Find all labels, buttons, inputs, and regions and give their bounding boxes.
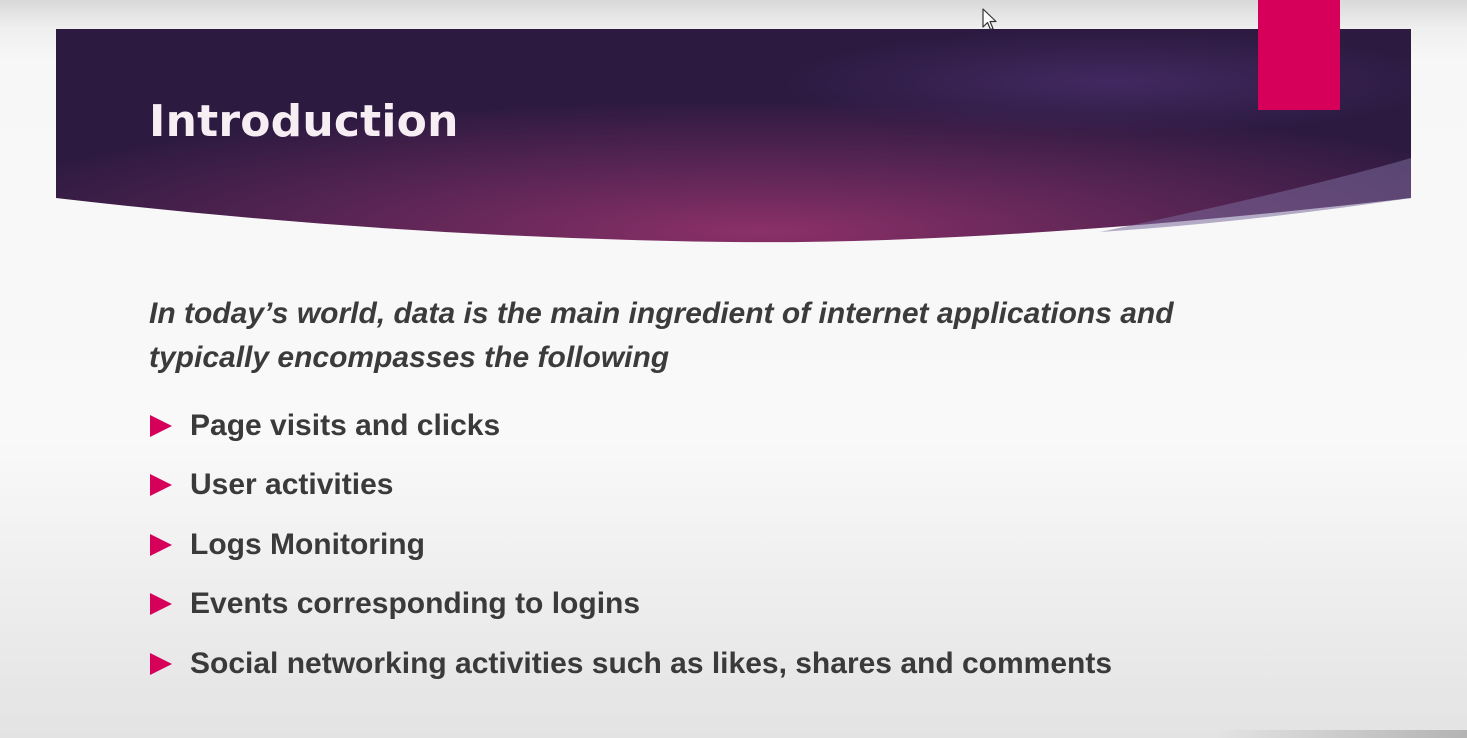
- triangle-right-icon: [150, 593, 172, 616]
- intro-paragraph: In today’s world, data is the main ingre…: [149, 297, 1174, 374]
- bullet-item: Social networking activities such as lik…: [150, 634, 1112, 694]
- bullet-item: User activities: [150, 456, 1112, 516]
- bullet-list: Page visits and clicks User activities L…: [150, 396, 1112, 694]
- bullet-item: Logs Monitoring: [150, 515, 1112, 575]
- triangle-right-icon: [150, 533, 172, 556]
- accent-bar: [1258, 0, 1340, 110]
- mouse-cursor-icon: [982, 8, 997, 31]
- bullet-item: Page visits and clicks: [150, 396, 1112, 456]
- bullet-text: Events corresponding to logins: [190, 587, 641, 621]
- slide-title: Introduction: [149, 96, 459, 147]
- bullet-text: Page visits and clicks: [190, 408, 501, 442]
- bullet-text: Logs Monitoring: [190, 527, 425, 561]
- triangle-right-icon: [150, 474, 172, 497]
- presentation-screen: Introduction In today’s world, data is t…: [0, 0, 1467, 738]
- bullet-text: User activities: [190, 468, 394, 502]
- triangle-right-icon: [150, 414, 172, 437]
- bullet-item: Events corresponding to logins: [150, 575, 1112, 635]
- triangle-right-icon: [150, 652, 172, 675]
- bullet-text: Social networking activities such as lik…: [190, 646, 1113, 680]
- player-control-hint: [1215, 730, 1467, 738]
